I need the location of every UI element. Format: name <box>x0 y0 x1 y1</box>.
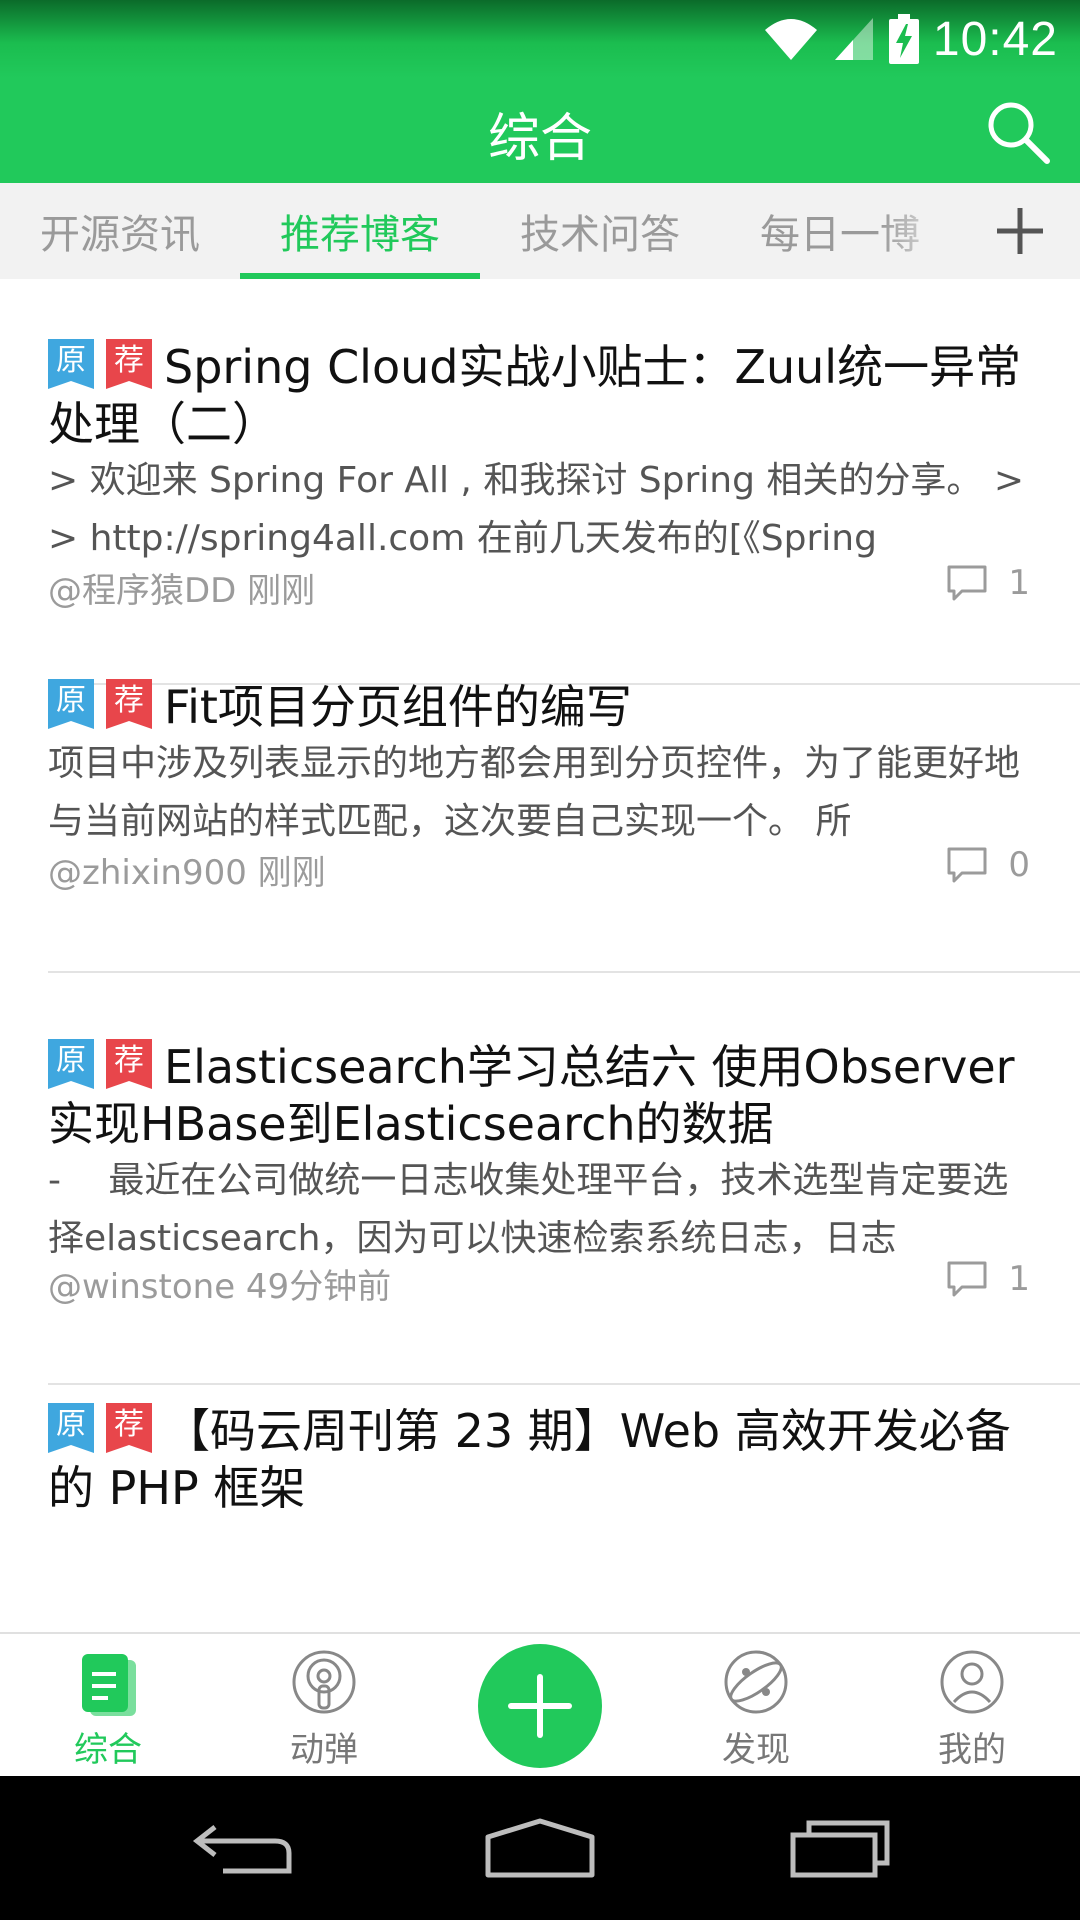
nav-label: 综合 <box>74 1730 142 1770</box>
tab-open-source-news[interactable]: 开源资讯 <box>0 183 240 279</box>
nav-label: 发现 <box>722 1730 790 1770</box>
post-title[interactable]: 原 荐 【码云周刊第 23 期】Web 高效开发必备的 PHP 框架 <box>48 1403 1038 1517</box>
doc-icon <box>82 1654 136 1716</box>
back-button[interactable] <box>160 1796 320 1900</box>
recommended-badge: 荐 <box>106 339 152 389</box>
nav-item-me[interactable]: 我的 <box>864 1634 1080 1776</box>
search-icon <box>988 102 1050 164</box>
recommended-badge: 荐 <box>106 1039 152 1089</box>
home-icon <box>485 1818 595 1878</box>
page-title: 综合 <box>487 109 592 169</box>
nav-item-tweets[interactable]: 动弹 <box>216 1634 432 1776</box>
back-icon <box>192 1825 292 1874</box>
post-title-text: Fit项目分页组件的编写 <box>164 680 632 734</box>
nav-item-general[interactable]: 综合 <box>0 1634 216 1776</box>
battery-icon <box>888 14 919 64</box>
post-title[interactable]: 原 荐 Spring Cloud实战小贴士：Zuul统一异常处理（二） <box>48 339 1038 453</box>
category-tabs: 开源资讯 推荐博客 技术问答 每日一博 <box>0 183 1080 279</box>
post-title[interactable]: 原 荐 Elasticsearch学习总结六 使用Observer实现HBase… <box>48 1039 1038 1153</box>
user-icon <box>940 1650 1004 1714</box>
tweet-icon <box>292 1650 356 1714</box>
plus-icon <box>997 208 1043 254</box>
comment-count[interactable]: 1 <box>946 1259 1030 1299</box>
original-badge: 原 <box>48 339 94 389</box>
status-time: 10:42 <box>932 12 1058 66</box>
comment-count[interactable]: 0 <box>946 845 1030 885</box>
app-bar: 综合 <box>0 78 1080 183</box>
original-badge: 原 <box>48 679 94 729</box>
recommended-badge: 荐 <box>106 1403 152 1453</box>
post-meta: @zhixin900 刚刚 <box>48 853 326 893</box>
wifi-icon <box>764 19 817 60</box>
planet-icon <box>724 1650 788 1714</box>
comment-icon <box>947 847 987 883</box>
original-badge: 原 <box>48 1039 94 1089</box>
bottom-nav: 综合 动弹 发现 我的 <box>0 1632 1080 1776</box>
post-summary: 项目中涉及列表显示的地方都会用到分页控件，为了能更好地与当前网站的样式匹配，这次… <box>48 743 1021 842</box>
nav-item-discover[interactable]: 发现 <box>648 1634 864 1776</box>
tab-tech-qa[interactable]: 技术问答 <box>480 183 720 279</box>
add-tab-button[interactable] <box>970 183 1070 279</box>
tab-fade <box>880 183 970 279</box>
original-badge: 原 <box>48 1403 94 1453</box>
post-title-text: Spring Cloud实战小贴士：Zuul统一异常处理（二） <box>48 340 1022 451</box>
comment-icon <box>947 1261 987 1297</box>
status-icons: 10:42 <box>763 8 1058 70</box>
nav-label: 动弹 <box>290 1730 358 1770</box>
post-meta: @程序猿DD 刚刚 <box>48 571 316 611</box>
comment-icon <box>947 565 987 601</box>
tab-recommended-blogs[interactable]: 推荐博客 <box>240 183 480 279</box>
post-list[interactable]: 原 荐 Spring Cloud实战小贴士：Zuul统一异常处理（二） > 欢迎… <box>0 279 1080 1632</box>
post-meta: @winstone 49分钟前 <box>48 1267 392 1307</box>
divider <box>48 971 1080 973</box>
home-button[interactable] <box>460 1796 620 1900</box>
post-title-text: Elasticsearch学习总结六 使用Observer实现HBase到Ela… <box>48 1040 1015 1151</box>
search-button[interactable] <box>980 94 1056 170</box>
compose-button[interactable] <box>478 1644 602 1768</box>
post-summary: - 最近在公司做统一日志收集处理平台，技术选型肯定要选择elasticsearc… <box>48 1160 1009 1259</box>
post-title-text: 【码云周刊第 23 期】Web 高效开发必备的 PHP 框架 <box>48 1404 1011 1515</box>
post-title[interactable]: 原 荐 Fit项目分页组件的编写 <box>48 679 1038 736</box>
recents-icon <box>790 1820 890 1878</box>
cell-signal-icon <box>834 18 873 60</box>
nav-label: 我的 <box>938 1730 1006 1770</box>
comment-count[interactable]: 1 <box>946 563 1030 603</box>
status-bar: 10:42 <box>0 0 1080 78</box>
plus-icon <box>508 1674 572 1738</box>
divider <box>48 1383 1080 1385</box>
recommended-badge: 荐 <box>106 679 152 729</box>
recents-button[interactable] <box>760 1796 920 1900</box>
system-nav-bar <box>0 1776 1080 1920</box>
post-summary: > 欢迎来 Spring For All , 和我探讨 Spring 相关的分享… <box>48 460 1024 559</box>
